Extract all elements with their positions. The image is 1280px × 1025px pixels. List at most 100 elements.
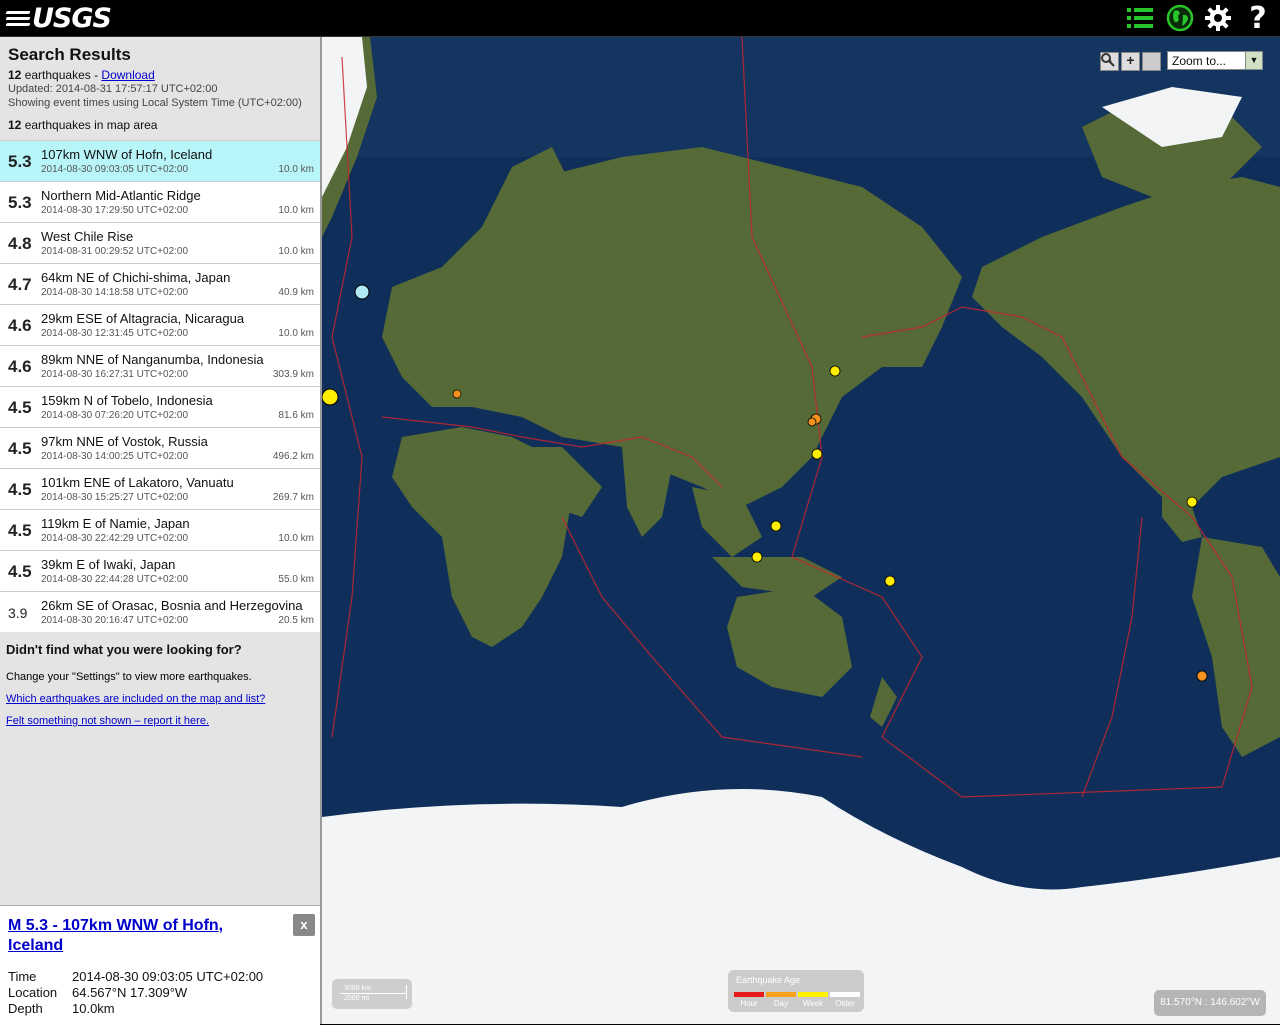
marker-iwaki-japan (807, 417, 817, 427)
earthquake-time: 2014-08-30 07:26:20 UTC+02:00 (41, 410, 189, 421)
detail-time-label: Time (8, 969, 37, 984)
zoom-controls: - + (1100, 52, 1161, 71)
legend-label-week: Week (802, 999, 824, 1008)
earthquake-time: 2014-08-30 16:27:31 UTC+02:00 (41, 369, 189, 380)
close-detail-button[interactable]: x (293, 914, 315, 936)
usgs-wave-icon (5, 10, 31, 26)
map-canvas[interactable]: - + Zoom to... ▼ 3000 km 2000 mi Earthqu… (322, 37, 1280, 1024)
map-area-count-suffix: earthquakes in map area (21, 118, 158, 132)
earthquake-magnitude: 4.5 (8, 480, 32, 499)
earthquake-depth: 10.0 km (278, 533, 314, 544)
world-map[interactable] (322, 37, 1280, 1024)
scale-km: 3000 km (344, 985, 371, 992)
earthquake-depth: 10.0 km (278, 205, 314, 216)
detail-time-value: 2014-08-30 09:03:05 UTC+02:00 (72, 969, 264, 984)
zoom-to-select[interactable]: Zoom to... ▼ (1167, 51, 1263, 70)
results-title: Search Results (8, 45, 131, 64)
marker-chichi-shima (811, 448, 823, 460)
marker-west-chile-rise (1196, 670, 1208, 682)
earthquake-row[interactable]: 4.6 89km NNE of Nanganumba, Indonesia 2014… (0, 345, 320, 386)
sidebar: Search Results 12 earthquakes - Download… (0, 37, 324, 1025)
earthquake-place: 107km WNW of Hofn, Iceland (41, 147, 213, 162)
chevron-down-icon: ▼ (1245, 52, 1262, 69)
map-area-count-line: 12 earthquakes in map area (8, 118, 312, 132)
header-bar: USGS ? (0, 0, 1280, 37)
help-box: Didn't find what you were looking for? C… (0, 642, 324, 737)
earthquake-row[interactable]: 4.8 West Chile Rise 2014-08-31 00:29:52 UT… (0, 222, 320, 263)
detail-depth-label: Depth (8, 1001, 43, 1016)
earthquake-magnitude: 4.5 (8, 398, 32, 417)
earthquake-row[interactable]: 4.5 97km NNE of Vostok, Russia 2014-08-30 … (0, 427, 320, 468)
earthquake-time: 2014-08-30 22:42:29 UTC+02:00 (41, 533, 189, 544)
logo-text: USGS (32, 2, 112, 34)
results-count: 12 (8, 68, 22, 82)
earthquake-place: 26km SE of Orasac, Bosnia and Herzegovin… (41, 598, 303, 613)
marker-lakatoro-vanuatu (884, 575, 896, 587)
marker-tobelo-indonesia (770, 520, 782, 532)
earthquake-magnitude: 4.7 (8, 275, 32, 294)
earthquake-depth: 269.7 km (272, 492, 314, 503)
earthquake-row[interactable]: 5.3 Northern Mid-Atlantic Ridge 2014-08-30… (0, 181, 320, 222)
earthquake-place: 97km NNE of Vostok, Russia (41, 434, 208, 449)
earthquake-time: 2014-08-30 09:03:05 UTC+02:00 (41, 164, 189, 175)
earthquake-row[interactable]: 3.9 26km SE of Orasac, Bosnia and Herzego… (0, 591, 320, 632)
results-count-suffix: earthquakes - (21, 68, 102, 82)
legend-label-older: Older (835, 999, 855, 1008)
which-earthquakes-link[interactable]: Which earthquakes are included on the ma… (6, 693, 265, 705)
list-icon (1127, 8, 1153, 28)
marker-hofn-iceland (354, 284, 370, 300)
earthquake-place: 101km ENE of Lakatoro, Vanuatu (41, 475, 234, 490)
scale-bar: 3000 km 2000 mi (332, 979, 412, 1009)
zoom-in-button[interactable]: + (1121, 52, 1140, 71)
scale-mi: 2000 mi (344, 995, 369, 1002)
earthquake-place: 89km NNE of Nanganumba, Indonesia (41, 352, 264, 367)
help-button[interactable]: ? (1242, 1, 1274, 36)
legend-bar-older (830, 992, 860, 997)
earthquake-magnitude: 4.6 (8, 357, 32, 376)
earthquake-depth: 10.0 km (278, 164, 314, 175)
earthquake-row[interactable]: 4.5 119km E of Namie, Japan 2014-08-30 22:… (0, 509, 320, 550)
earthquake-place: West Chile Rise (41, 229, 134, 244)
detail-time-row: Time 2014-08-30 09:03:05 UTC+02:00 (8, 969, 263, 984)
earthquake-row[interactable]: 4.5 39km E of Iwaki, Japan 2014-08-30 22:4… (0, 550, 320, 591)
report-felt-link[interactable]: Felt something not shown – report it her… (6, 715, 209, 727)
settings-hint: Change your "Settings" to view more eart… (6, 671, 252, 683)
earthquake-row[interactable]: 4.5 159km N of Tobelo, Indonesia 2014-08-3… (0, 386, 320, 427)
earthquake-place: 64km NE of Chichi-shima, Japan (41, 270, 231, 285)
download-link[interactable]: Download (101, 68, 154, 82)
legend-title: Earthquake Age (736, 975, 801, 985)
event-title-link[interactable]: M 5.3 - 107km WNW of Hofn, Iceland (8, 916, 258, 956)
earthquake-time: 2014-08-30 22:44:28 UTC+02:00 (41, 574, 189, 585)
earthquake-depth: 20.5 km (278, 615, 314, 626)
legend-label-day: Day (773, 999, 789, 1008)
time-zone-note: Showing event times using Local System T… (8, 97, 302, 109)
earthquake-time: 2014-08-30 17:29:50 UTC+02:00 (41, 205, 189, 216)
earthquake-row[interactable]: 4.6 29km ESE of Altagracia, Nicaragua 2014… (0, 304, 320, 345)
earthquake-row[interactable]: 4.5 101km ENE of Lakatoro, Vanuatu 2014-08… (0, 468, 320, 509)
settings-button[interactable] (1202, 2, 1234, 34)
usgs-logo[interactable]: USGS (5, 2, 112, 34)
earthquake-depth: 496.2 km (272, 451, 314, 462)
earthquake-magnitude: 3.9 (8, 605, 28, 621)
earthquake-row[interactable]: 4.7 64km NE of Chichi-shima, Japan 2014-08… (0, 263, 320, 304)
earthquake-depth: 303.9 km (272, 369, 314, 380)
earthquake-time: 2014-08-31 00:29:52 UTC+02:00 (41, 246, 189, 257)
earthquake-magnitude: 5.3 (8, 152, 32, 171)
earthquake-time: 2014-08-30 14:18:58 UTC+02:00 (41, 287, 189, 298)
earthquake-place: 159km N of Tobelo, Indonesia (41, 393, 213, 408)
earthquake-place: 119km E of Namie, Japan (41, 516, 190, 531)
zoom-search-button[interactable] (1101, 52, 1161, 71)
map-view-button[interactable] (1164, 2, 1196, 34)
scale-line (340, 993, 406, 994)
earthquake-depth: 10.0 km (278, 328, 314, 339)
list-view-button[interactable] (1124, 2, 1156, 34)
earthquake-age-legend: Earthquake Age Hour Day Week Older (728, 970, 864, 1012)
gear-icon (1205, 5, 1231, 31)
legend-bar-week (798, 992, 828, 997)
event-detail-panel: M 5.3 - 107km WNW of Hofn, Iceland x Tim… (0, 905, 320, 1025)
help-title: Didn't find what you were looking for? (6, 642, 242, 657)
earthquake-depth: 10.0 km (278, 246, 314, 257)
scale-tick (406, 985, 407, 999)
results-count-line: 12 earthquakes - Download (8, 68, 312, 82)
earthquake-row[interactable]: 5.3 107km WNW of Hofn, Iceland 2014-08-30 … (0, 140, 320, 181)
